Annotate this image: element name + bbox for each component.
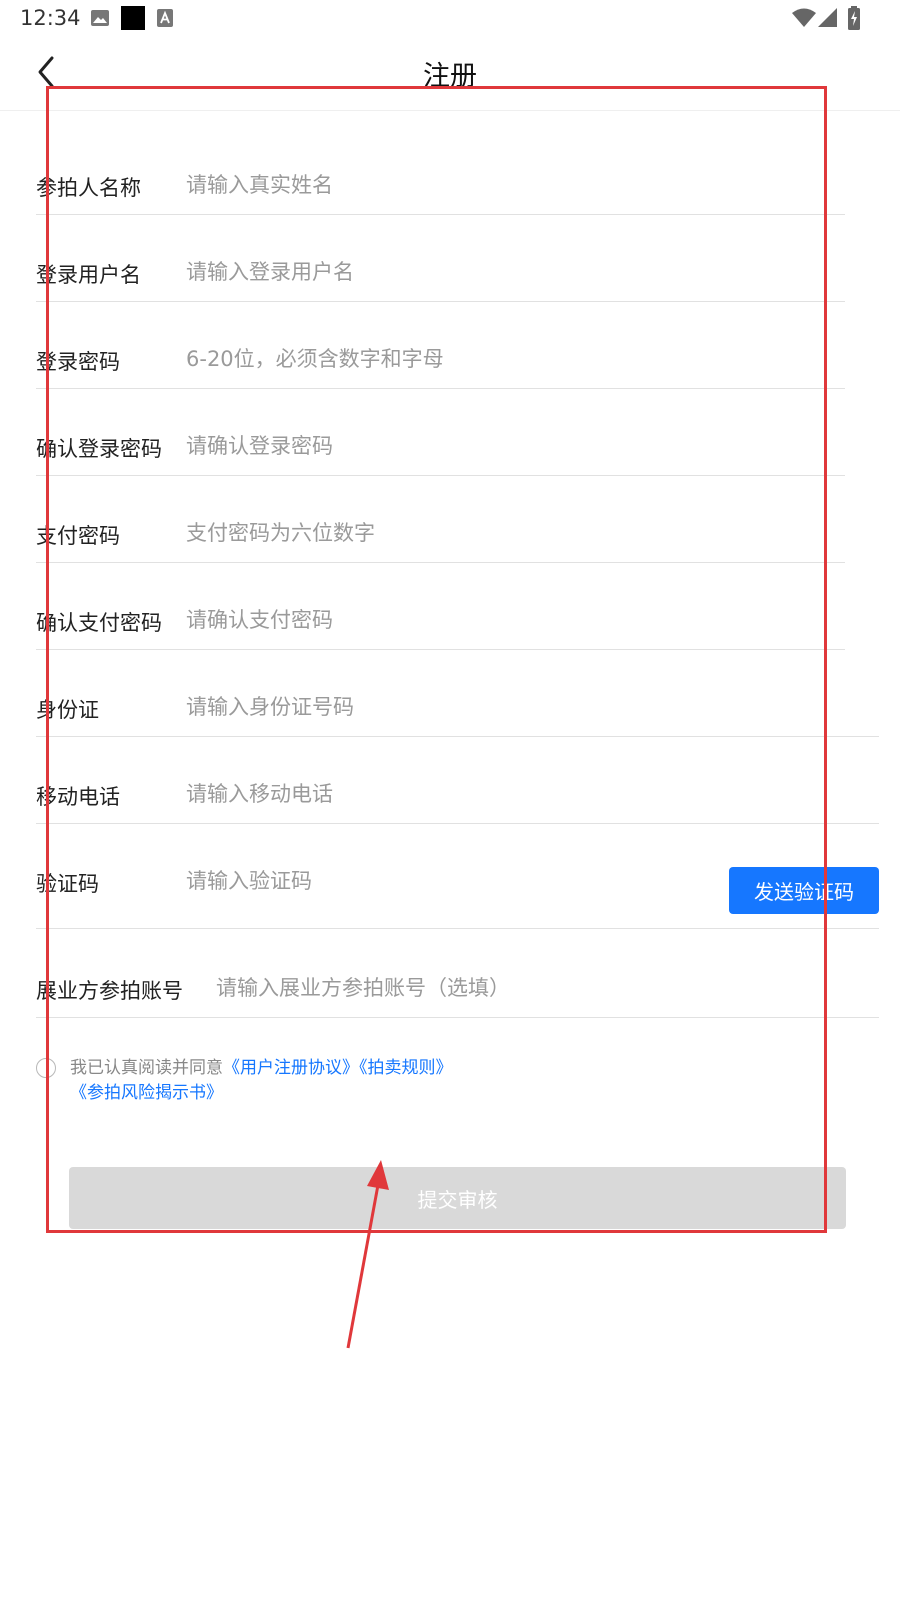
confirm-pay-password-input[interactable] [186,605,686,635]
row-label: 确认登录密码 [36,437,162,461]
status-time: 12:34 [20,6,81,30]
form-row-confirm-pay-password: 确认支付密码 [36,561,845,650]
form-row-mobile: 移动电话 [36,735,879,824]
agreement-text: 我已认真阅读并同意《用户注册协议》《拍卖规则》《参拍风险揭示书》 [70,1056,830,1106]
form-row-password: 登录密码 [36,300,845,389]
row-label: 登录用户名 [36,263,141,287]
row-label: 支付密码 [36,524,120,548]
status-bar: 12:34 [0,0,900,36]
battery-charging-icon [848,6,860,30]
username-input[interactable] [186,257,686,287]
verification-code-input[interactable] [186,866,636,896]
form-row-confirm-password: 确认登录密码 [36,387,845,476]
send-code-button[interactable]: 发送验证码 [729,867,879,914]
promoter-account-input[interactable] [216,973,776,1003]
cellular-signal-icon [818,8,837,27]
agreement-prefix: 我已认真阅读并同意 [70,1058,223,1078]
user-agreement-link[interactable]: 《用户注册协议》 [223,1058,359,1078]
form-row-username: 登录用户名 [36,213,845,302]
pay-password-input[interactable] [186,518,686,548]
risk-disclosure-link[interactable]: 《参拍风险揭示书》 [70,1083,223,1103]
row-label: 身份证 [36,698,99,722]
text-a-icon [157,9,173,27]
row-label: 展业方参拍账号 [36,979,183,1003]
header-bar: 注册 [0,36,900,111]
form-row-participant-name: 参拍人名称 [36,126,845,215]
submit-review-button[interactable]: 提交审核 [69,1167,846,1229]
form-row-verification-code: 验证码 发送验证码 [36,822,879,929]
row-label: 移动电话 [36,785,120,809]
auction-rules-link[interactable]: 《拍卖规则》 [359,1058,453,1078]
image-icon [91,10,109,26]
confirm-password-input[interactable] [186,431,686,461]
row-label: 确认支付密码 [36,611,162,635]
form-row-promoter-account: 展业方参拍账号 [36,929,879,1018]
row-label: 参拍人名称 [36,176,141,200]
page-title: 注册 [423,61,477,92]
form-row-id-card: 身份证 [36,648,879,737]
form-row-pay-password: 支付密码 [36,474,845,563]
participant-name-input[interactable] [186,170,686,200]
black-square-icon [121,6,145,30]
id-card-input[interactable] [186,692,686,722]
password-input[interactable] [186,344,686,374]
row-label: 登录密码 [36,350,120,374]
row-label: 验证码 [36,872,99,896]
mobile-input[interactable] [186,779,686,809]
wifi-icon [792,8,816,27]
agree-radio[interactable] [36,1058,56,1078]
